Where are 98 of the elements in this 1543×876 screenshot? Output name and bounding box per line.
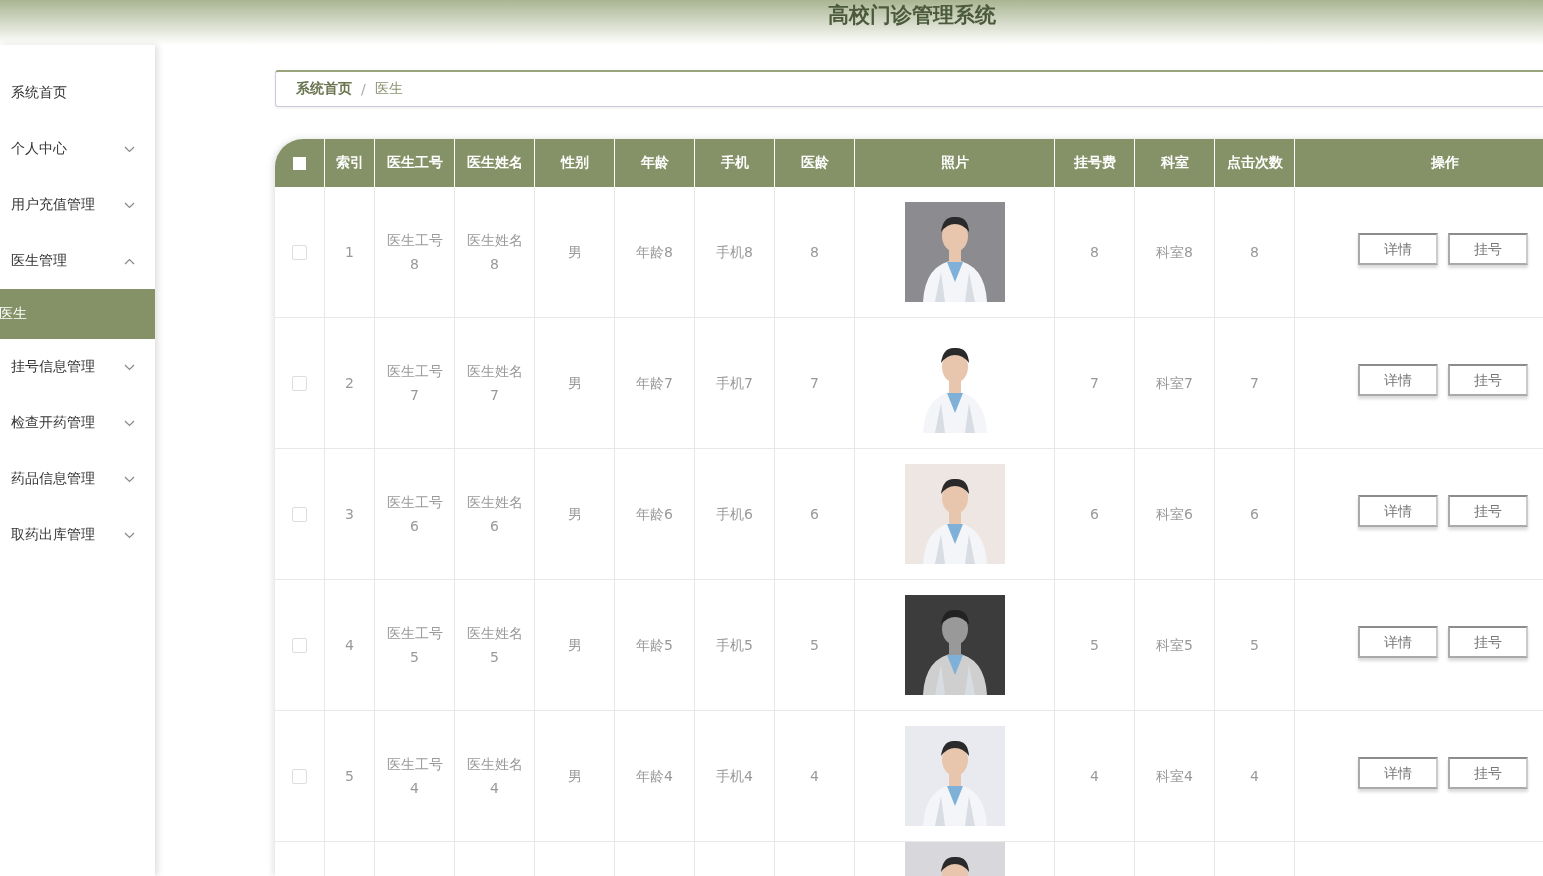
column-header: 照片: [855, 139, 1055, 187]
table-cell-text: 手机8: [716, 243, 753, 262]
table-cell-text: 5: [1090, 636, 1099, 655]
table-cell-text: 男: [567, 767, 582, 786]
table-cell-text: 8: [810, 243, 819, 262]
sidebar-item[interactable]: 个人中心: [0, 121, 155, 177]
details-button[interactable]: 详情: [1358, 233, 1438, 265]
table-cell-text: 年龄4: [636, 767, 673, 786]
column-header: 性别: [535, 139, 615, 187]
details-button[interactable]: 详情: [1358, 757, 1438, 789]
table-cell-text: 男: [567, 505, 582, 524]
chevron-icon: [124, 145, 135, 153]
sidebar-item[interactable]: 药品信息管理: [0, 451, 155, 507]
table-cell-text: 男: [567, 243, 582, 262]
table-cell-text: 科室5: [1156, 636, 1193, 655]
register-button[interactable]: 挂号: [1448, 626, 1528, 658]
table-cell-text: 科室6: [1156, 505, 1193, 524]
column-header: 年龄: [615, 139, 695, 187]
table-cell-text: 医生工号8: [385, 231, 444, 274]
table-cell-text: 5: [345, 767, 354, 786]
sidebar-item[interactable]: 检查开药管理: [0, 395, 155, 451]
table-cell-text: 4: [1090, 767, 1099, 786]
table-cell-text: 年龄6: [636, 505, 673, 524]
table-cell-text: 手机6: [716, 505, 753, 524]
sidebar-item[interactable]: 系统首页: [0, 65, 155, 121]
table-cell-text: 科室7: [1156, 374, 1193, 393]
breadcrumb-item[interactable]: 系统首页: [296, 80, 352, 98]
chevron-icon: [124, 475, 135, 483]
table-cell-text: 8: [1090, 243, 1099, 262]
table-cell-text: 医生工号5: [385, 624, 444, 667]
sidebar-subitem[interactable]: 医生: [0, 289, 155, 339]
column-header: 医生工号: [375, 139, 455, 187]
chevron-icon: [124, 201, 135, 209]
table-cell-text: 4: [810, 767, 819, 786]
breadcrumb-separator: /: [361, 81, 366, 97]
table-cell-text: 7: [1090, 374, 1099, 393]
app-title: 高校门诊管理系统: [826, 2, 996, 29]
table-cell-text: 医生工号6: [385, 493, 444, 536]
column-header: 操作: [1295, 139, 1543, 187]
table-cell-text: 7: [810, 374, 819, 393]
column-header: 挂号费: [1055, 139, 1135, 187]
breadcrumb-item: 医生: [374, 80, 403, 98]
column-header: 医龄: [775, 139, 855, 187]
table-cell-text: 手机5: [716, 636, 753, 655]
table-cell-text: 医生姓名7: [465, 362, 524, 405]
chevron-icon: [124, 419, 135, 427]
table-cell-text: 2: [345, 374, 354, 393]
table-cell-text: 科室8: [1156, 243, 1193, 262]
table-cell-text: 男: [567, 636, 582, 655]
table-cell-text: 年龄8: [636, 243, 673, 262]
table-cell-text: 科室4: [1156, 767, 1193, 786]
table-cell-text: 手机7: [716, 374, 753, 393]
table-cell-text: 4: [1250, 767, 1259, 786]
table-cell-text: 年龄5: [636, 636, 673, 655]
sidebar-item[interactable]: 挂号信息管理: [0, 339, 155, 395]
details-button[interactable]: 详情: [1358, 364, 1438, 396]
table-cell-text: 医生工号4: [385, 755, 444, 798]
column-header: 科室: [1135, 139, 1215, 187]
row-checkbox[interactable]: [292, 375, 307, 391]
chevron-icon: [124, 257, 135, 265]
table-cell-text: 医生姓名4: [465, 755, 524, 798]
table-cell-text: 6: [1250, 505, 1259, 524]
table-cell-text: 5: [1250, 636, 1259, 655]
table-cell-text: 6: [1090, 505, 1099, 524]
table-cell-text: 医生姓名8: [465, 231, 524, 274]
table-cell-text: 4: [345, 636, 354, 655]
register-button[interactable]: 挂号: [1448, 364, 1528, 396]
table-cell-text: 医生姓名6: [465, 493, 524, 536]
register-button[interactable]: 挂号: [1448, 495, 1528, 527]
table-cell-text: 3: [345, 505, 354, 524]
details-button[interactable]: 详情: [1358, 495, 1438, 527]
row-checkbox[interactable]: [292, 768, 307, 784]
sidebar-item[interactable]: 用户充值管理: [0, 177, 155, 233]
column-header: 医生姓名: [455, 139, 535, 187]
column-header: 手机: [695, 139, 775, 187]
row-checkbox[interactable]: [292, 637, 307, 653]
details-button[interactable]: 详情: [1358, 626, 1438, 658]
table-cell-text: 7: [1250, 374, 1259, 393]
chevron-icon: [124, 531, 135, 539]
column-header: 点击次数: [1215, 139, 1295, 187]
table-cell-text: 8: [1250, 243, 1259, 262]
row-checkbox[interactable]: [292, 244, 307, 260]
column-header: 索引: [325, 139, 375, 187]
sidebar-item[interactable]: 取药出库管理: [0, 507, 155, 563]
register-button[interactable]: 挂号: [1448, 757, 1528, 789]
register-button[interactable]: 挂号: [1448, 233, 1528, 265]
row-checkbox[interactable]: [292, 506, 307, 522]
sidebar-item[interactable]: 医生管理: [0, 233, 155, 289]
table-cell-text: 6: [810, 505, 819, 524]
table-cell-text: 手机4: [716, 767, 753, 786]
table-cell-text: 医生姓名5: [465, 624, 524, 667]
table-cell-text: 1: [345, 243, 354, 262]
table-cell-text: 5: [810, 636, 819, 655]
chevron-icon: [124, 363, 135, 371]
select-all-checkbox[interactable]: [293, 156, 306, 170]
table-cell-text: 年龄7: [636, 374, 673, 393]
table-cell-text: 男: [567, 374, 582, 393]
table-cell-text: 医生工号7: [385, 362, 444, 405]
